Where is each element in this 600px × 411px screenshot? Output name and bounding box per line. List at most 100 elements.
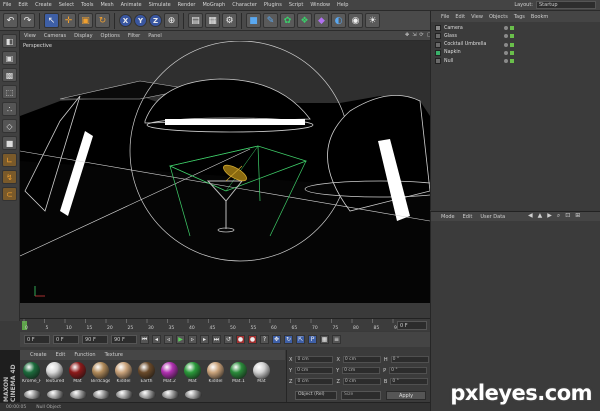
up-arrow-icon[interactable]: ▲: [538, 212, 543, 220]
size-mode-select[interactable]: Size: [341, 391, 381, 400]
scale-icon[interactable]: ▣: [78, 13, 93, 28]
autokey-icon[interactable]: ●: [248, 335, 257, 344]
current-frame-field[interactable]: 0 F: [53, 335, 79, 344]
material-swatch[interactable]: Mat.1: [229, 362, 248, 384]
search-icon[interactable]: ⌕: [557, 212, 560, 220]
visibility-dot-icon[interactable]: [504, 59, 508, 64]
x-axis-toggle[interactable]: X: [119, 14, 132, 27]
material-preview-ball[interactable]: [24, 390, 41, 399]
menu-item-character[interactable]: Character: [232, 2, 257, 8]
material-preview-ball[interactable]: [116, 390, 133, 399]
viewport-menu-options[interactable]: Options: [101, 33, 120, 39]
rotate-icon[interactable]: ↻: [95, 13, 110, 28]
object-row[interactable]: Null: [435, 57, 599, 65]
object-menu-file[interactable]: File: [441, 14, 449, 20]
tweak-mode-icon[interactable]: ↯: [2, 170, 17, 184]
object-menu-edit[interactable]: Edit: [455, 14, 465, 20]
material-swatch[interactable]: Textured: [45, 362, 64, 384]
render-picture-viewer-icon[interactable]: ▦: [205, 13, 220, 28]
snap-icon[interactable]: ⊂: [2, 187, 17, 201]
material-swatch[interactable]: Mat.2: [160, 362, 179, 384]
parameter-key-icon[interactable]: P: [308, 335, 317, 344]
enabled-check-icon[interactable]: [510, 42, 514, 47]
viewport-menu-cameras[interactable]: Cameras: [44, 33, 66, 39]
coordinate-mode-select[interactable]: Object (Rel): [295, 391, 337, 400]
live-selection-icon[interactable]: ↖: [44, 13, 59, 28]
material-swatch[interactable]: Kiddel: [114, 362, 133, 384]
rotation-field[interactable]: 0 °: [389, 367, 428, 374]
menu-item-help[interactable]: Help: [337, 2, 348, 8]
material-menu-create[interactable]: Create: [30, 352, 47, 358]
visibility-dot-icon[interactable]: [504, 50, 508, 55]
size-field[interactable]: 0 cm: [342, 356, 381, 363]
menu-item-animate[interactable]: Animate: [121, 2, 142, 8]
scene-icon[interactable]: ◐: [331, 13, 346, 28]
object-menu-view[interactable]: View: [471, 14, 483, 20]
go-to-start-icon[interactable]: ⏮: [140, 335, 149, 344]
move-icon[interactable]: ✛: [61, 13, 76, 28]
y-axis-toggle[interactable]: Y: [134, 14, 147, 27]
material-preview-ball[interactable]: [139, 390, 156, 399]
menu-item-render[interactable]: Render: [178, 2, 196, 8]
position-key-icon[interactable]: ✥: [272, 335, 281, 344]
3d-viewport[interactable]: Perspective: [20, 41, 430, 303]
layout-dropdown[interactable]: Startup: [536, 1, 596, 9]
deformer-icon[interactable]: ◆: [314, 13, 329, 28]
previous-key-icon[interactable]: ◂: [152, 335, 161, 344]
subdivision-icon[interactable]: ✿: [280, 13, 295, 28]
menu-item-simulate[interactable]: Simulate: [149, 2, 171, 8]
new-panel-icon[interactable]: ⊞: [575, 212, 580, 220]
material-swatch[interactable]: Kiddel: [206, 362, 225, 384]
size-field[interactable]: 0 cm: [342, 367, 381, 374]
record-key-icon[interactable]: ●: [236, 335, 245, 344]
start-frame-field[interactable]: 0 F: [24, 335, 50, 344]
redo-button[interactable]: ↷: [20, 13, 35, 28]
camera-icon[interactable]: ◉: [348, 13, 363, 28]
previous-frame-icon[interactable]: ◃: [164, 335, 173, 344]
polygons-mode-icon[interactable]: ■: [2, 136, 17, 150]
scale-key-icon[interactable]: ⇱: [296, 335, 305, 344]
array-icon[interactable]: ❖: [297, 13, 312, 28]
enabled-check-icon[interactable]: [510, 34, 514, 39]
coordinate-system-icon[interactable]: ⊕: [164, 13, 179, 28]
position-field[interactable]: 0 cm: [295, 378, 334, 385]
visibility-dot-icon[interactable]: [504, 34, 508, 39]
loop-icon[interactable]: ↺: [224, 335, 233, 344]
texture-mode-icon[interactable]: ▩: [2, 68, 17, 82]
object-row[interactable]: Cocktail Umbrella: [435, 41, 599, 49]
material-preview-ball[interactable]: [162, 390, 179, 399]
pan-icon[interactable]: ✥: [405, 32, 409, 38]
rotation-field[interactable]: 0 °: [390, 378, 429, 385]
viewport-menu-panel[interactable]: Panel: [148, 33, 162, 39]
material-menu-edit[interactable]: Edit: [56, 352, 66, 358]
zoom-icon[interactable]: ⇲: [412, 32, 416, 38]
render-view-icon[interactable]: ▤: [188, 13, 203, 28]
material-menu-function[interactable]: Function: [74, 352, 95, 358]
forward-arrow-icon[interactable]: ▶: [547, 212, 552, 220]
menu-item-select[interactable]: Select: [59, 2, 74, 8]
material-preview-ball[interactable]: [70, 390, 87, 399]
attribute-menu-mode[interactable]: Mode: [441, 214, 455, 220]
enabled-check-icon[interactable]: [510, 50, 514, 55]
menu-item-create[interactable]: Create: [35, 2, 52, 8]
material-swatch[interactable]: Krome_F: [22, 362, 41, 384]
next-key-icon[interactable]: ▸: [200, 335, 209, 344]
menu-item-window[interactable]: Window: [310, 2, 330, 8]
menu-item-tools[interactable]: Tools: [81, 2, 93, 8]
material-swatch[interactable]: Birdcage: [91, 362, 110, 384]
menu-item-mesh[interactable]: Mesh: [100, 2, 113, 8]
model-mode-icon[interactable]: ▣: [2, 51, 17, 65]
menu-item-script[interactable]: Script: [289, 2, 304, 8]
attribute-menu-edit[interactable]: Edit: [463, 214, 473, 220]
make-editable-icon[interactable]: ◧: [2, 34, 17, 48]
material-swatch[interactable]: Mat: [252, 362, 271, 384]
menu-item-edit[interactable]: Edit: [18, 2, 28, 8]
object-menu-bookm[interactable]: Bookm: [531, 14, 548, 20]
material-swatch[interactable]: Mat: [183, 362, 202, 384]
enabled-check-icon[interactable]: [510, 59, 514, 64]
render-settings-icon[interactable]: ⚙: [222, 13, 237, 28]
rotation-key-icon[interactable]: ↻: [284, 335, 293, 344]
object-row[interactable]: Napkin: [435, 49, 599, 57]
material-preview-ball[interactable]: [185, 390, 202, 399]
timeline-end-field[interactable]: 0 F: [397, 321, 427, 330]
